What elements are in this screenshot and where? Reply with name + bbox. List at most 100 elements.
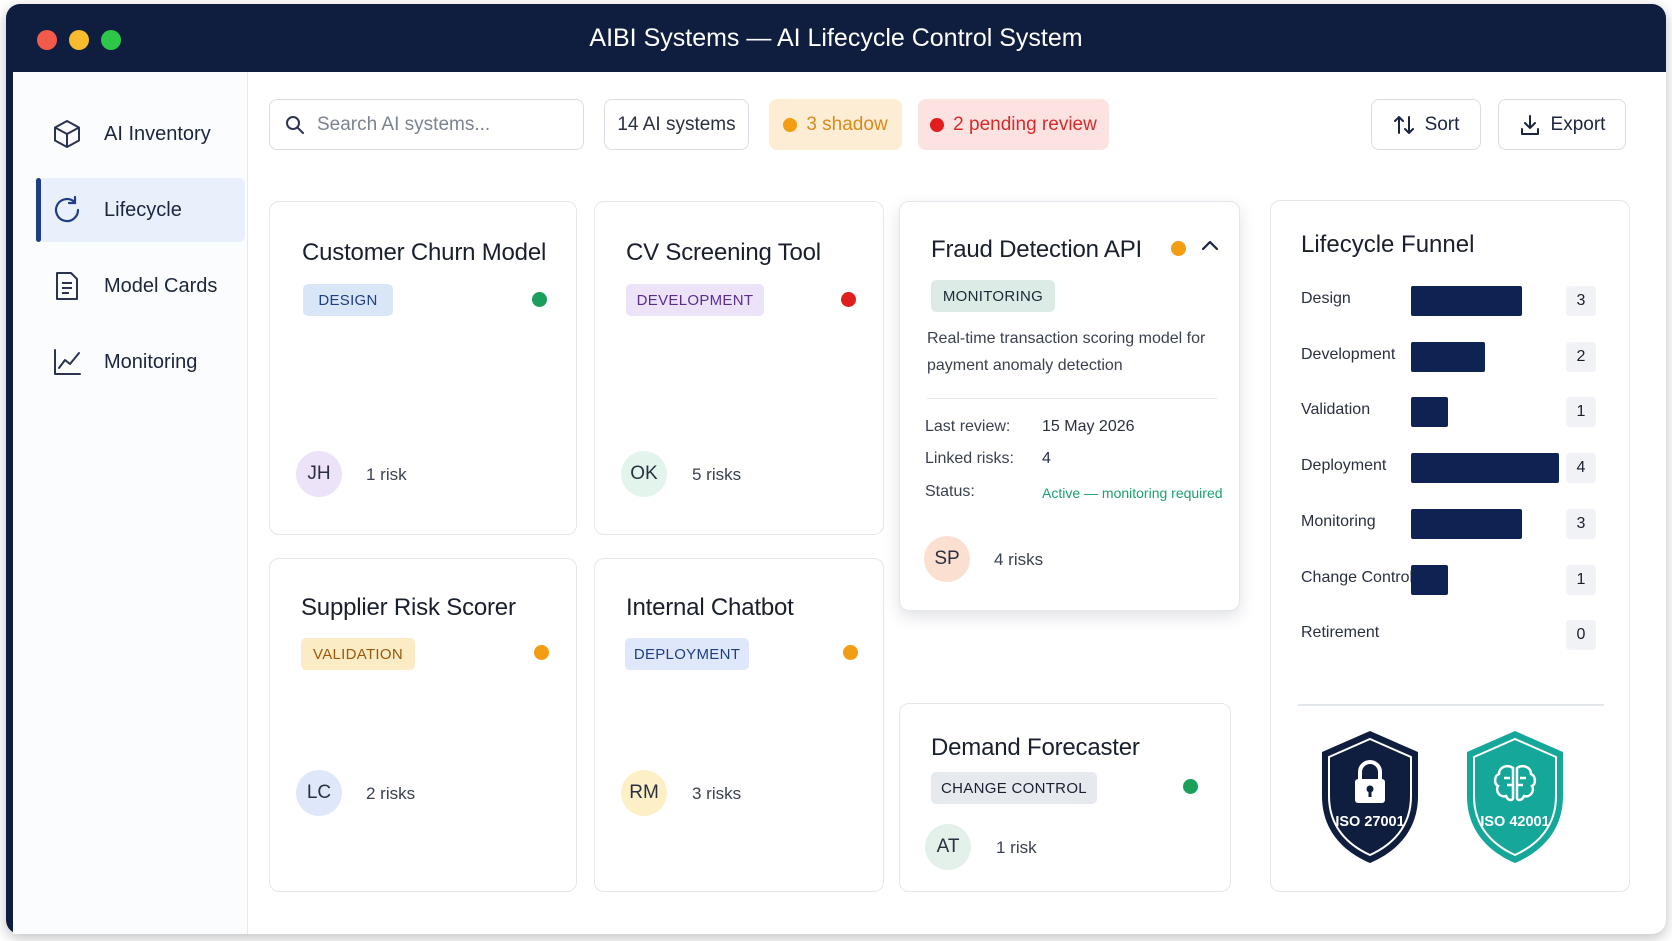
card-title: Demand Forecaster <box>931 734 1140 761</box>
card-cv-screening-tool[interactable]: CV Screening Tool DEVELOPMENT OK 5 risks <box>594 201 884 535</box>
card-supplier-risk-scorer[interactable]: Supplier Risk Scorer VALIDATION LC 2 ris… <box>269 558 577 892</box>
funnel-row-validation[interactable]: Validation 1 <box>1301 395 1611 429</box>
export-label: Export <box>1550 113 1606 135</box>
sidebar-item-ai-inventory[interactable]: AI Inventory <box>38 102 245 166</box>
stage-badge: DEVELOPMENT <box>626 284 764 316</box>
card-internal-chatbot[interactable]: Internal Chatbot DEPLOYMENT RM 3 risks <box>594 558 884 892</box>
document-icon <box>51 270 83 302</box>
funnel-row-development[interactable]: Development 2 <box>1301 340 1611 374</box>
card-title: Customer Churn Model <box>302 239 547 266</box>
download-icon <box>1519 114 1541 136</box>
sidebar-item-label: Model Cards <box>104 274 218 297</box>
funnel-row-label: Deployment <box>1301 457 1387 475</box>
funnel-row-label: Validation <box>1301 401 1371 419</box>
avatar: RM <box>621 770 667 816</box>
iso-42001-label: ISO 42001 <box>1480 814 1549 830</box>
avatar: AT <box>925 824 971 870</box>
title-bar: AIBI Systems — AI Lifecycle Control Syst… <box>6 4 1666 72</box>
funnel-row-label: Development <box>1301 345 1396 363</box>
status-dot <box>532 292 547 307</box>
stage-badge: MONITORING <box>931 280 1055 312</box>
status-dot <box>1171 241 1186 256</box>
systems-count-chip[interactable]: 14 AI systems <box>604 99 749 150</box>
funnel-row-label: Monitoring <box>1301 512 1376 530</box>
export-button[interactable]: Export <box>1498 99 1626 150</box>
chevron-up-icon[interactable] <box>1200 238 1220 257</box>
funnel-count: 1 <box>1566 564 1596 595</box>
funnel-bar <box>1411 397 1448 428</box>
pending-chip-label: 2 pending review <box>953 113 1097 135</box>
status-dot <box>843 645 858 660</box>
divider <box>1298 704 1604 706</box>
stage-badge: CHANGE CONTROL <box>931 772 1097 804</box>
last-review-value: 15 May 2026 <box>1042 418 1135 435</box>
sidebar-item-label: Lifecycle <box>104 198 182 221</box>
window-title: AIBI Systems — AI Lifecycle Control Syst… <box>589 24 1083 52</box>
iso-42001-badge: ISO 42001 <box>1463 728 1567 871</box>
risk-count[interactable]: 4 risks <box>994 550 1043 570</box>
funnel-row-monitoring[interactable]: Monitoring 3 <box>1301 507 1611 541</box>
funnel-count: 3 <box>1566 508 1596 539</box>
sort-button[interactable]: Sort <box>1371 99 1481 150</box>
risk-count[interactable]: 1 risk <box>996 838 1037 858</box>
card-title: Internal Chatbot <box>626 594 794 621</box>
status-dot <box>1183 779 1198 794</box>
stage-badge: DESIGN <box>303 284 393 316</box>
funnel-row-label: Design <box>1301 290 1351 307</box>
funnel-bar <box>1411 508 1522 539</box>
funnel-bar <box>1411 341 1485 372</box>
sidebar-item-label: Monitoring <box>104 350 198 373</box>
divider <box>927 398 1217 399</box>
sidebar-item-lifecycle[interactable]: Lifecycle <box>36 178 245 242</box>
pending-dot-icon <box>930 117 945 132</box>
shadow-chip-label: 3 shadow <box>806 113 888 135</box>
card-title: Supplier Risk Scorer <box>301 594 516 621</box>
funnel-row-deployment[interactable]: Deployment 4 <box>1301 451 1611 485</box>
card-demand-forecaster[interactable]: Demand Forecaster CHANGE CONTROL AT 1 ri… <box>899 703 1231 892</box>
funnel-bar <box>1411 564 1448 595</box>
funnel-row-retirement[interactable]: Retirement 0 <box>1301 618 1611 652</box>
window-edge <box>6 72 13 934</box>
linked-risks-label: Linked risks: <box>925 450 1014 467</box>
funnel-count: 2 <box>1566 341 1596 372</box>
funnel-bar <box>1411 453 1559 484</box>
sort-icon <box>1393 114 1415 136</box>
status-dot <box>841 292 856 307</box>
risk-count[interactable]: 1 risk <box>366 465 407 485</box>
sidebar-item-monitoring[interactable]: Monitoring <box>38 330 245 394</box>
card-description: Real-time transaction scoring model for … <box>927 330 1206 374</box>
funnel-count: 4 <box>1566 453 1596 484</box>
avatar: JH <box>296 451 342 497</box>
card-customer-churn-model[interactable]: Customer Churn Model DESIGN JH 1 risk <box>269 201 577 535</box>
status-label: Status: <box>925 483 975 500</box>
lifecycle-funnel-panel: Lifecycle Funnel Design 3 Development 2 Vali… <box>1270 200 1630 892</box>
search-icon <box>285 115 305 135</box>
funnel-count: 3 <box>1566 286 1596 316</box>
iso-27001-badge: ISO 27001 <box>1318 728 1422 871</box>
card-fraud-detection-api[interactable]: Fraud Detection API MONITORING Real-time… <box>899 201 1240 611</box>
status-value: Active — monitoring required <box>1042 485 1223 501</box>
funnel-row-design[interactable]: Design 3 <box>1301 284 1611 318</box>
shadow-dot-icon <box>783 117 798 132</box>
risk-count[interactable]: 3 risks <box>692 784 741 804</box>
funnel-bar <box>1411 286 1522 316</box>
pending-review-chip[interactable]: 2 pending review <box>918 99 1109 150</box>
shadow-filter-chip[interactable]: 3 shadow <box>769 99 902 150</box>
funnel-row-change-control[interactable]: Change Control 1 <box>1301 563 1611 597</box>
search-input[interactable]: Search AI systems... <box>269 99 584 150</box>
sidebar: AI Inventory Lifecycle Model Cards Monit… <box>13 72 248 934</box>
funnel-row-label: Change Control <box>1301 568 1414 586</box>
sort-label: Sort <box>1424 113 1460 135</box>
funnel-count: 0 <box>1566 620 1596 651</box>
risk-count[interactable]: 5 risks <box>692 465 741 485</box>
avatar: LC <box>296 770 342 816</box>
linked-risks-value: 4 <box>1042 450 1051 467</box>
funnel-count: 1 <box>1566 397 1596 428</box>
iso-27001-label: ISO 27001 <box>1335 814 1404 830</box>
sidebar-item-label: AI Inventory <box>104 122 211 145</box>
status-dot <box>534 645 549 660</box>
cube-icon <box>51 118 83 150</box>
risk-count[interactable]: 2 risks <box>366 784 415 804</box>
sidebar-item-model-cards[interactable]: Model Cards <box>38 254 245 318</box>
avatar: OK <box>621 451 667 497</box>
